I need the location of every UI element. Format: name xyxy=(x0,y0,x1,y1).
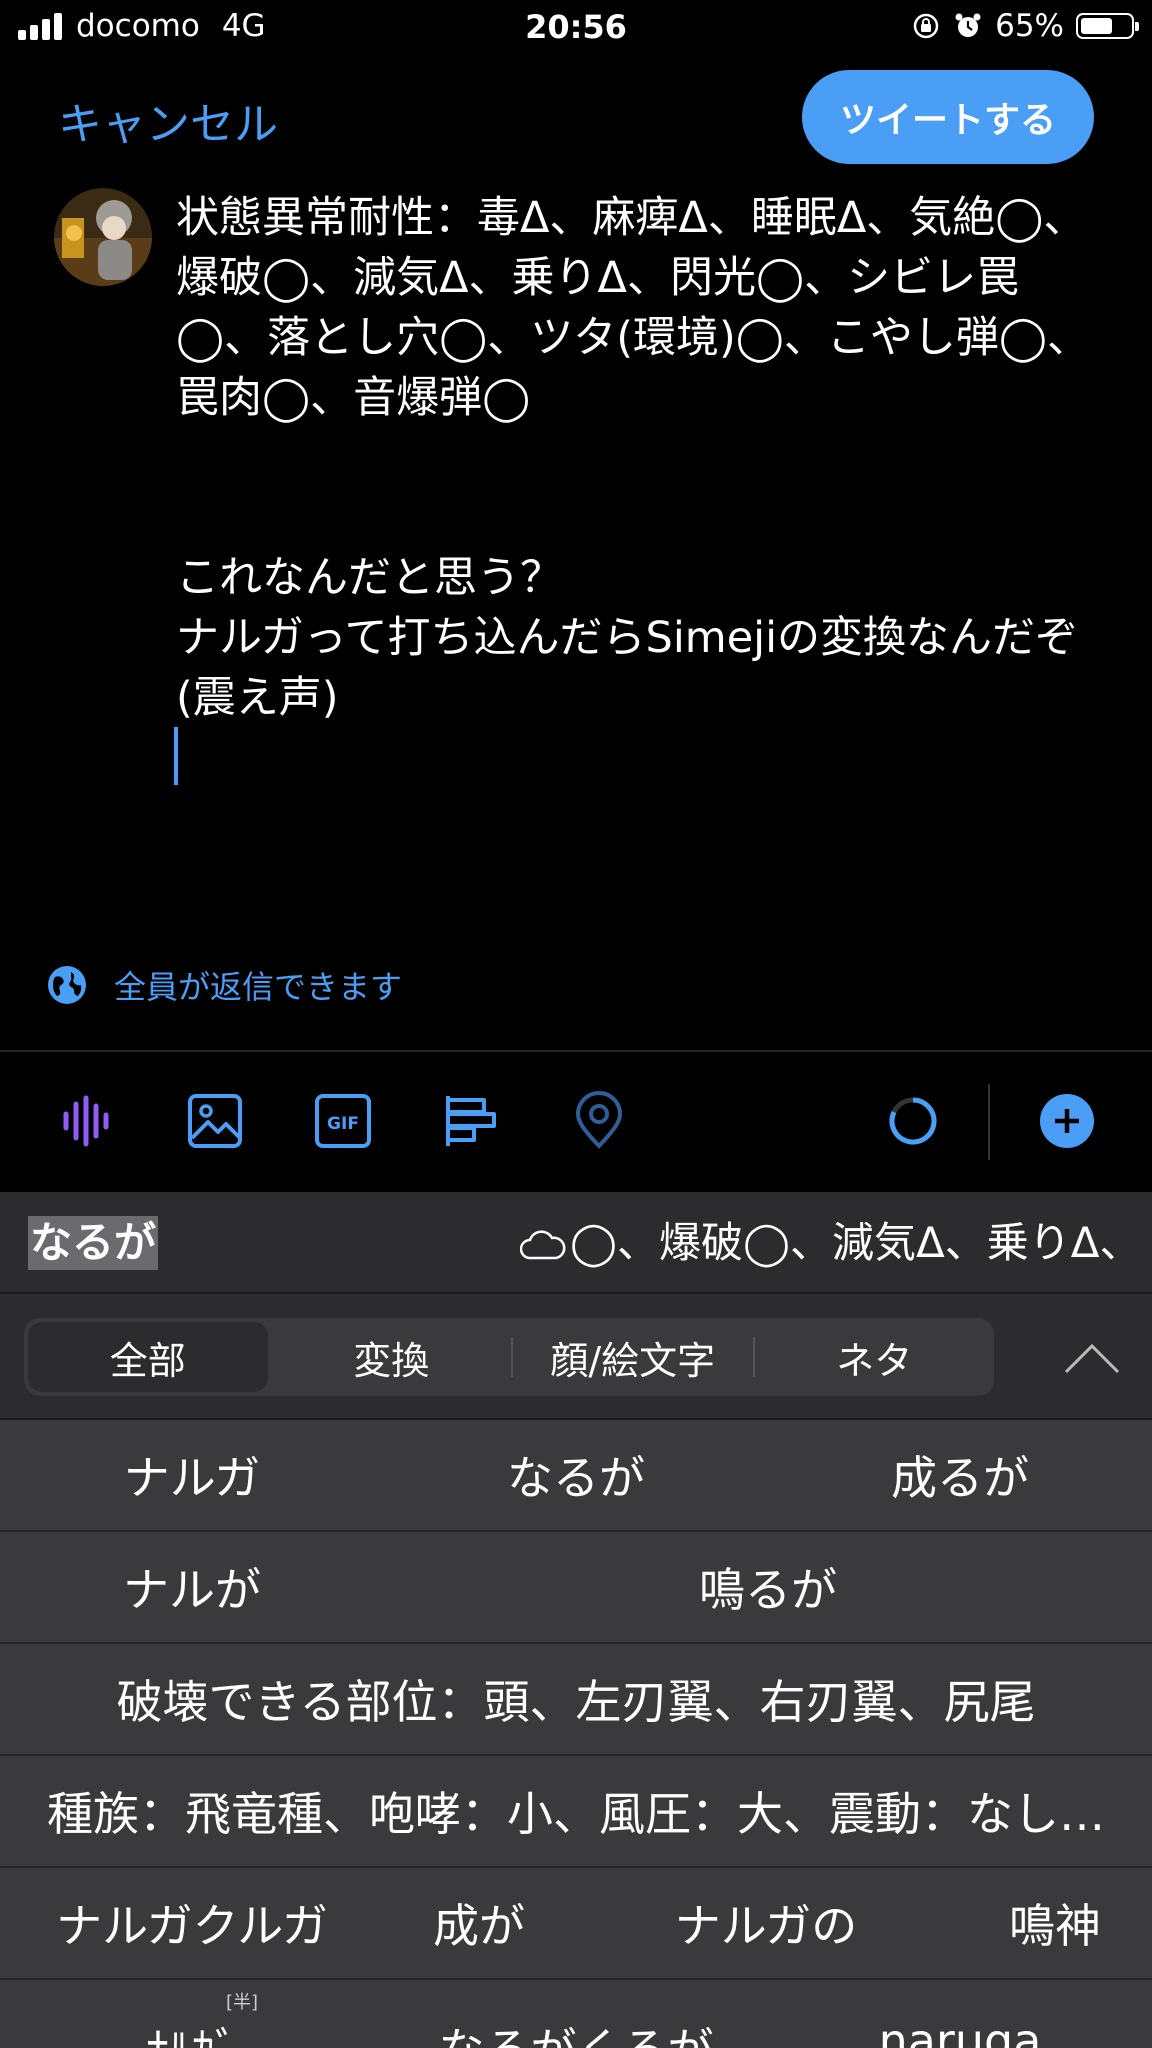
cancel-button[interactable]: キャンセル xyxy=(58,88,278,152)
status-right: 65% xyxy=(911,8,1139,44)
candidate-item[interactable]: なるがくるが xyxy=(384,1980,768,2048)
candidate-item[interactable]: ナルガ xyxy=(0,1442,384,1508)
globe-icon xyxy=(48,966,86,1004)
tweet-text-input[interactable]: 状態異常耐性：毒Δ、麻痺Δ、睡眠Δ、気絶◯、爆破◯、減気Δ、乗りΔ、閃光◯、シビ… xyxy=(176,188,1096,728)
candidate-item[interactable]: 破壊できる部位：頭、左刃翼、右刃翼、尻尾 xyxy=(0,1666,1152,1732)
tab-all[interactable]: 全部 xyxy=(28,1322,268,1392)
candidate-row: 破壊できる部位：頭、左刃翼、右刃翼、尻尾 xyxy=(0,1644,1152,1754)
tab-face-emoji[interactable]: 顔/絵文字 xyxy=(513,1318,753,1396)
tab-conversion[interactable]: 変換 xyxy=(272,1318,512,1396)
candidate-row: 種族：飛竜種、咆哮：小、風圧：大、震動：なし… xyxy=(0,1756,1152,1866)
toolbar-separator xyxy=(988,1084,990,1160)
add-tweet-icon[interactable] xyxy=(1036,1090,1098,1152)
candidate-row: ナルが 鳴るが xyxy=(0,1532,1152,1642)
character-count-icon xyxy=(889,1097,937,1145)
candidate-item[interactable]: ナルガクルガ xyxy=(0,1890,384,1956)
candidate-item[interactable]: naruga xyxy=(768,1980,1152,2048)
cloud-icon[interactable] xyxy=(520,1226,566,1262)
candidate-item[interactable]: 鳴神 xyxy=(958,1890,1152,1956)
compose-toolbar: GIF xyxy=(0,1052,1152,1190)
candidate-text: ﾅﾙｶﾞ xyxy=(146,2023,238,2048)
battery-icon xyxy=(1076,13,1139,39)
candidate-item[interactable]: ナルガの xyxy=(574,1890,958,1956)
segmented-control: 全部 変換 顔/絵文字 ネタ xyxy=(24,1318,994,1396)
candidate-item[interactable]: ナルが xyxy=(0,1554,384,1620)
reply-setting-button[interactable]: 全員が返信できます xyxy=(46,962,402,1008)
avatar xyxy=(54,188,152,286)
candidate-tabs: 全部 変換 顔/絵文字 ネタ xyxy=(0,1294,1152,1418)
tweet-button[interactable]: ツイートする xyxy=(802,70,1094,164)
gif-icon[interactable]: GIF xyxy=(312,1090,374,1152)
cloud-prediction[interactable]: ◯、爆破◯、減気Δ、乗りΔ、 xyxy=(570,1214,1141,1272)
voice-tweet-icon[interactable] xyxy=(56,1090,118,1152)
candidate-item[interactable]: ﾅﾙｶﾞ [半] xyxy=(0,1980,384,2048)
reply-setting-label: 全員が返信できます xyxy=(114,968,403,1006)
image-icon[interactable] xyxy=(184,1090,246,1152)
composing-text: なるが xyxy=(28,1216,159,1270)
battery-percent: 65% xyxy=(995,8,1064,44)
battery-fill xyxy=(1081,18,1112,34)
candidate-row: ﾅﾙｶﾞ [半] なるがくるが naruga xyxy=(0,1980,1152,2048)
candidate-item[interactable]: 成が xyxy=(384,1890,574,1956)
chevron-up-icon[interactable] xyxy=(1062,1338,1122,1378)
candidate-item[interactable]: 成るが xyxy=(768,1442,1152,1508)
orientation-lock-icon xyxy=(913,13,939,39)
candidate-row: ナルガクルガ 成が ナルガの 鳴神 xyxy=(0,1868,1152,1978)
keyboard: なるが ◯、爆破◯、減気Δ、乗りΔ、 全部 変換 顔/絵文字 ネタ ナルガ なる… xyxy=(0,1192,1152,2048)
avatar-image xyxy=(54,188,152,286)
tab-neta[interactable]: ネタ xyxy=(755,1318,995,1396)
candidate-item[interactable]: 種族：飛竜種、咆哮：小、風圧：大、震動：なし… xyxy=(0,1778,1152,1844)
poll-icon[interactable] xyxy=(440,1090,502,1152)
composing-row: なるが ◯、爆破◯、減気Δ、乗りΔ、 xyxy=(0,1192,1152,1292)
gif-label: GIF xyxy=(327,1114,359,1134)
candidate-item[interactable]: なるが xyxy=(384,1442,768,1508)
candidate-item[interactable]: 鳴るが xyxy=(384,1554,1152,1620)
alarm-icon xyxy=(955,13,981,37)
text-caret xyxy=(174,727,178,785)
half-width-tag: [半] xyxy=(226,1992,259,2013)
location-icon[interactable] xyxy=(568,1090,630,1152)
status-bar: docomo 4G 20:56 65% xyxy=(0,0,1152,60)
candidate-row: ナルガ なるが 成るが xyxy=(0,1420,1152,1530)
